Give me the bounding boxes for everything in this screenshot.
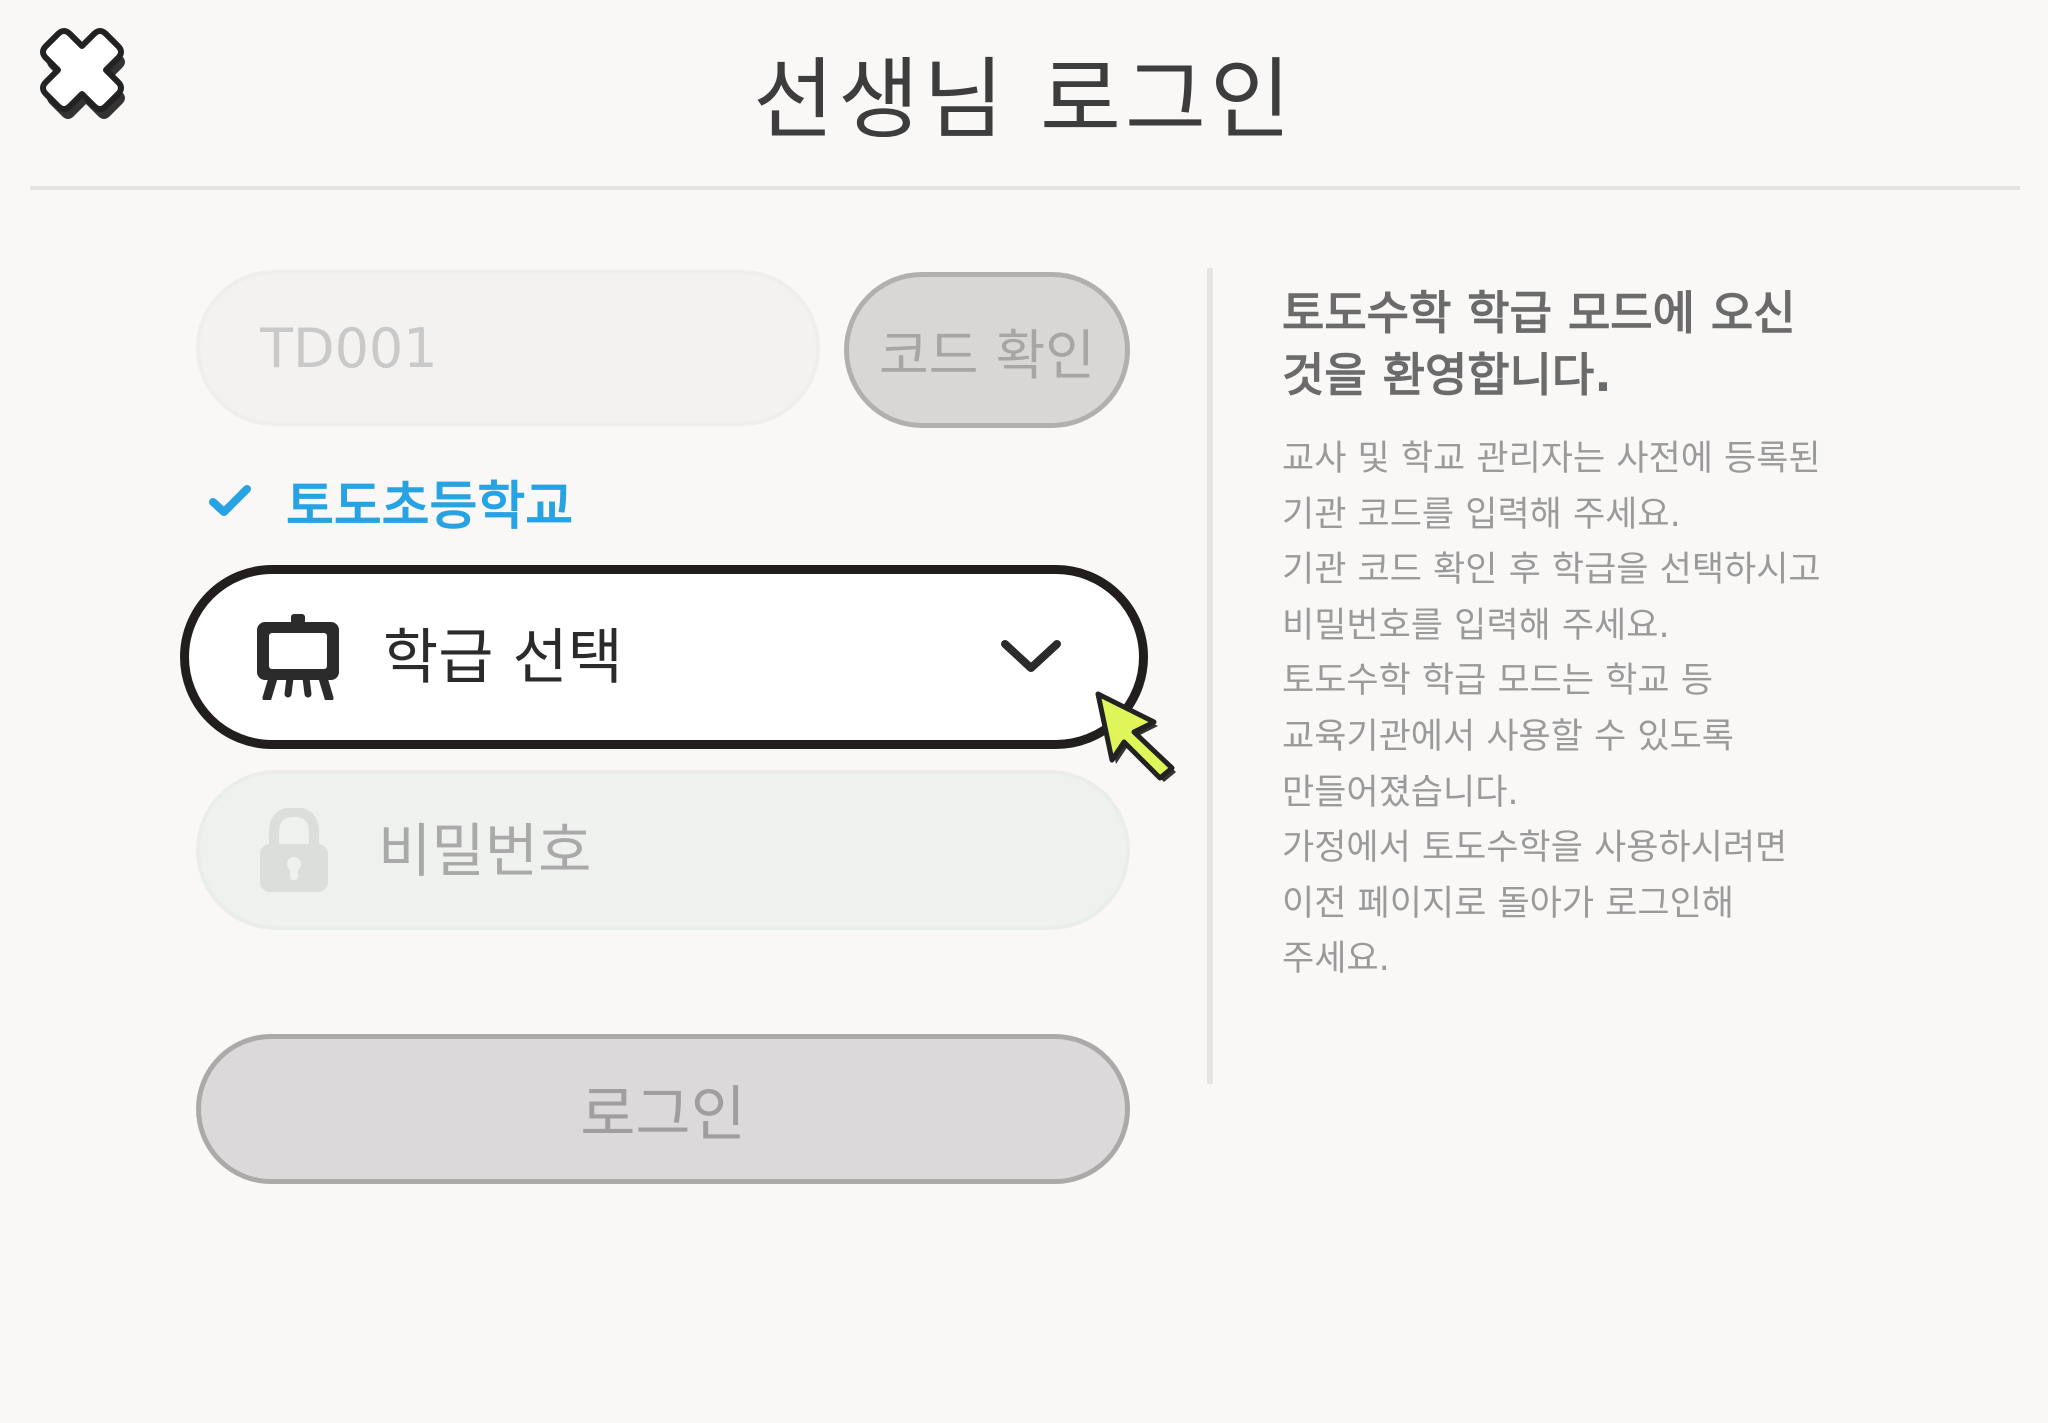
cursor-pointer-icon (1095, 691, 1176, 782)
institution-code-field[interactable] (196, 270, 820, 426)
info-line: 기관 코드 확인 후 학급을 선택하시고 (1282, 550, 1821, 591)
selected-school: 토도초등학교 (208, 466, 574, 537)
info-line: 비밀번호를 입력해 주세요. (1282, 605, 1670, 646)
info-line: 가정에서 토도수학을 사용하시려면 (1282, 828, 1788, 869)
password-input[interactable] (376, 774, 1086, 928)
check-icon (209, 485, 251, 516)
easel-board-icon (257, 614, 339, 700)
institution-code-input[interactable] (200, 274, 816, 422)
info-line: 기관 코드를 입력해 주세요. (1282, 494, 1681, 535)
info-line: 이전 페이지로 돌아가 로그인해 (1282, 883, 1734, 924)
welcome-title: 토도수학 학급 모드에 오신 것을 환영합니다. (1282, 286, 1796, 402)
chevron-down-icon (1001, 640, 1061, 672)
school-name: 토도초등학교 (286, 476, 574, 537)
page-title: 선생님 로그인 (753, 48, 1295, 151)
info-line: 주세요. (1282, 939, 1390, 980)
lock-icon (260, 808, 328, 892)
class-select-dropdown[interactable]: 학급 선택 (180, 565, 1148, 749)
info-line: 만들어졌습니다. (1282, 772, 1519, 813)
info-line: 토도수학 학급 모드는 학교 등 (1282, 661, 1713, 702)
password-field[interactable] (196, 770, 1130, 930)
info-line: 교사 및 학교 관리자는 사전에 등록된 (1282, 439, 1821, 479)
login-button[interactable]: 로그인 (196, 1034, 1130, 1184)
vertical-divider (1207, 268, 1213, 1084)
class-select-label: 학급 선택 (383, 623, 623, 693)
code-confirm-button[interactable]: 코드 확인 (844, 272, 1130, 428)
info-line: 교육기관에서 사용할 수 있도록 (1282, 716, 1734, 757)
header-divider (30, 186, 2020, 190)
info-description: 교사 및 학교 관리자는 사전에 등록된 기관 코드를 입력해 주세요. 기관 … (1282, 432, 1882, 988)
